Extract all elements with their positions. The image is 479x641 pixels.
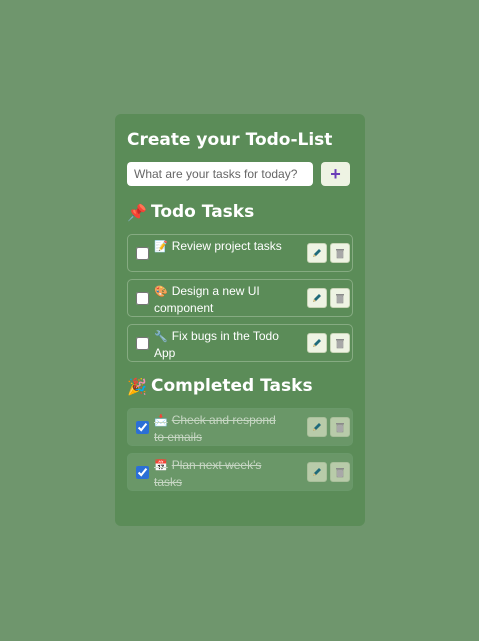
task-label: Fix bugs in the Todo App — [154, 329, 279, 360]
party-popper-icon: 🎉 — [127, 376, 147, 396]
task-item: 📝 Review project tasks — [127, 234, 353, 272]
todo-list: 📝 Review project tasks 🎨 Design a new UI c… — [127, 234, 353, 362]
pencil-icon — [313, 468, 321, 476]
trash-icon — [336, 468, 344, 478]
task-label: Check and respond to emails — [154, 413, 276, 444]
task-text: 🎨 Design a new UI component — [154, 283, 289, 316]
pushpin-icon: 📌 — [127, 202, 147, 222]
edit-button[interactable] — [307, 288, 327, 308]
delete-button[interactable] — [330, 288, 350, 308]
delete-button[interactable] — [330, 462, 350, 482]
todo-section-title: 📌 Todo Tasks — [127, 202, 353, 222]
pencil-icon — [313, 339, 321, 347]
edit-button[interactable] — [307, 243, 327, 263]
completed-section-label: Completed Tasks — [151, 376, 313, 396]
task-checkbox[interactable] — [136, 247, 149, 260]
palette-icon: 🎨 — [154, 286, 168, 298]
task-actions — [304, 333, 350, 353]
task-checkbox[interactable] — [136, 466, 149, 479]
envelope-icon: 📩 — [154, 415, 168, 427]
task-label: Design a new UI component — [154, 284, 260, 315]
trash-icon — [336, 339, 344, 349]
task-text: 🔧 Fix bugs in the Todo App — [154, 328, 289, 361]
edit-button[interactable] — [307, 462, 327, 482]
delete-button[interactable] — [330, 417, 350, 437]
completed-task-item: 📩 Check and respond to emails — [127, 408, 353, 446]
trash-icon — [336, 249, 344, 259]
completed-section-title: 🎉 Completed Tasks — [127, 376, 353, 396]
trash-icon — [336, 423, 344, 433]
app-title: Create your Todo-List — [127, 130, 333, 150]
wrench-icon: 🔧 — [154, 331, 168, 343]
plus-icon: + — [330, 164, 341, 184]
task-actions — [304, 243, 350, 263]
pencil-icon — [313, 423, 321, 431]
edit-button[interactable] — [307, 417, 327, 437]
calendar-icon: 📅 — [154, 460, 168, 472]
trash-icon — [336, 294, 344, 304]
delete-button[interactable] — [330, 333, 350, 353]
task-actions — [304, 462, 350, 482]
todo-card: Create your Todo-List + 📌 Todo Tasks 📝Re… — [115, 114, 365, 526]
task-text: 📝 Review project tasks — [154, 238, 289, 255]
task-actions — [304, 288, 350, 308]
memo-icon: 📝 — [154, 241, 168, 253]
task-actions — [304, 417, 350, 437]
task-checkbox[interactable] — [136, 337, 149, 350]
task-label: Plan next week's tasks — [154, 458, 262, 489]
edit-button[interactable] — [307, 333, 327, 353]
task-label: Review project tasks — [171, 239, 282, 253]
todo-section-label: Todo Tasks — [151, 202, 255, 222]
completed-list: 📩 Check and respond to emails 📅 Plan next … — [127, 408, 353, 491]
task-item: 🔧 Fix bugs in the Todo App — [127, 324, 353, 362]
add-task-row: + — [127, 162, 353, 186]
task-input[interactable] — [127, 162, 313, 186]
pencil-icon — [313, 249, 321, 257]
task-text: 📅 Plan next week's tasks — [154, 457, 289, 490]
delete-button[interactable] — [330, 243, 350, 263]
add-task-button[interactable]: + — [321, 162, 350, 186]
task-text: 📩 Check and respond to emails — [154, 412, 289, 445]
pencil-icon — [313, 294, 321, 302]
task-checkbox[interactable] — [136, 292, 149, 305]
completed-task-item: 📅 Plan next week's tasks — [127, 453, 353, 491]
task-checkbox[interactable] — [136, 421, 149, 434]
task-item: 🎨 Design a new UI component — [127, 279, 353, 317]
